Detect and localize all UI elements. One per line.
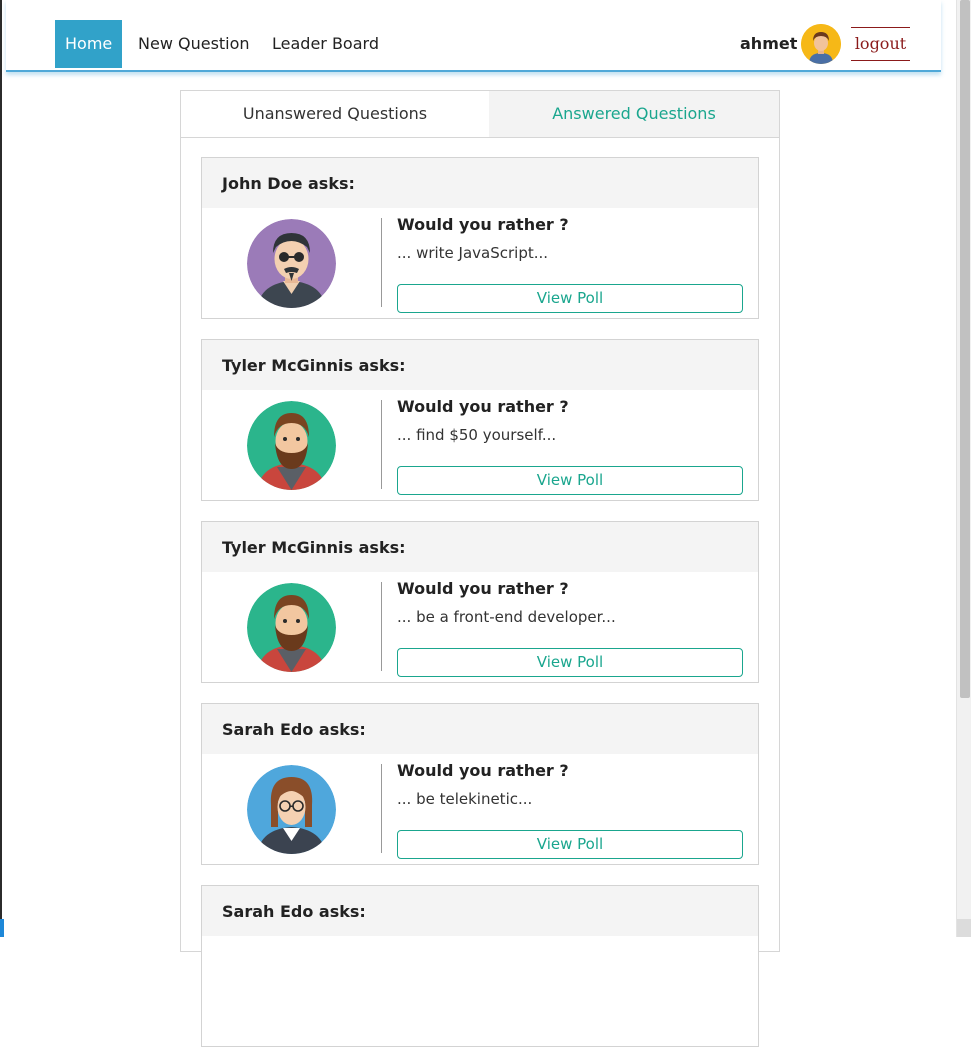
option-preview: ... be a front-end developer...: [397, 608, 616, 626]
question-card: Sarah Edo asks:: [201, 885, 759, 1047]
card-author-heading: Sarah Edo asks:: [222, 902, 366, 921]
card-author-heading: John Doe asks:: [222, 174, 355, 193]
view-poll-button[interactable]: View Poll: [397, 284, 743, 313]
question-tabs: Unanswered Questions Answered Questions: [181, 91, 779, 138]
vertical-scrollbar[interactable]: [956, 0, 971, 937]
card-divider: [381, 582, 382, 671]
card-header: Sarah Edo asks:: [202, 704, 758, 754]
view-poll-button[interactable]: View Poll: [397, 648, 743, 677]
card-header: John Doe asks:: [202, 158, 758, 208]
questions-panel: Unanswered Questions Answered Questions …: [180, 90, 780, 1047]
nav-home-link[interactable]: Home: [55, 20, 123, 68]
view-poll-button[interactable]: View Poll: [397, 466, 743, 495]
card-divider: [381, 400, 382, 489]
question-card: Tyler McGinnis asks: Would you rather ? …: [201, 339, 759, 501]
card-header: Tyler McGinnis asks:: [202, 522, 758, 572]
bearded-man-avatar-icon: [247, 401, 336, 490]
username-label: ahmet: [740, 34, 798, 53]
scrollbar-corner: [957, 919, 971, 937]
window-left-edge: [0, 0, 2, 937]
user-avatar-icon: [801, 24, 841, 64]
view-poll-button[interactable]: View Poll: [397, 830, 743, 859]
option-preview: ... find $50 yourself...: [397, 426, 557, 444]
question-card: John Doe asks: Would you rather ? ... wr…: [201, 157, 759, 319]
question-card: Tyler McGinnis asks: Would you rather ? …: [201, 521, 759, 683]
nav-leader-board-link[interactable]: Leader Board: [262, 20, 389, 68]
card-author-heading: Tyler McGinnis asks:: [222, 538, 406, 557]
tab-unanswered-questions[interactable]: Unanswered Questions: [181, 91, 489, 137]
card-header: Sarah Edo asks:: [202, 886, 758, 936]
window-left-accent: [0, 919, 4, 937]
option-preview: ... be telekinetic...: [397, 790, 533, 808]
question-prompt: Would you rather ?: [397, 761, 569, 780]
question-prompt: Would you rather ?: [397, 579, 569, 598]
nav-new-question-link[interactable]: New Question: [128, 20, 260, 68]
man-glasses-avatar-icon: [247, 219, 336, 308]
card-header: Tyler McGinnis asks:: [202, 340, 758, 390]
card-divider: [381, 218, 382, 307]
card-divider: [381, 764, 382, 853]
card-author-heading: Tyler McGinnis asks:: [222, 356, 406, 375]
bearded-man-avatar-icon: [247, 583, 336, 672]
woman-glasses-avatar-icon: [247, 765, 336, 854]
scrollbar-thumb[interactable]: [960, 0, 970, 698]
card-author-heading: Sarah Edo asks:: [222, 720, 366, 739]
question-prompt: Would you rather ?: [397, 215, 569, 234]
logout-button[interactable]: logout: [851, 27, 910, 61]
tab-answered-questions[interactable]: Answered Questions: [489, 91, 779, 137]
option-preview: ... write JavaScript...: [397, 244, 549, 262]
top-navbar: Home New Question Leader Board ahmet log…: [6, 0, 941, 72]
question-card: Sarah Edo asks: Would you rather ? ... b…: [201, 703, 759, 865]
question-prompt: Would you rather ?: [397, 397, 569, 416]
